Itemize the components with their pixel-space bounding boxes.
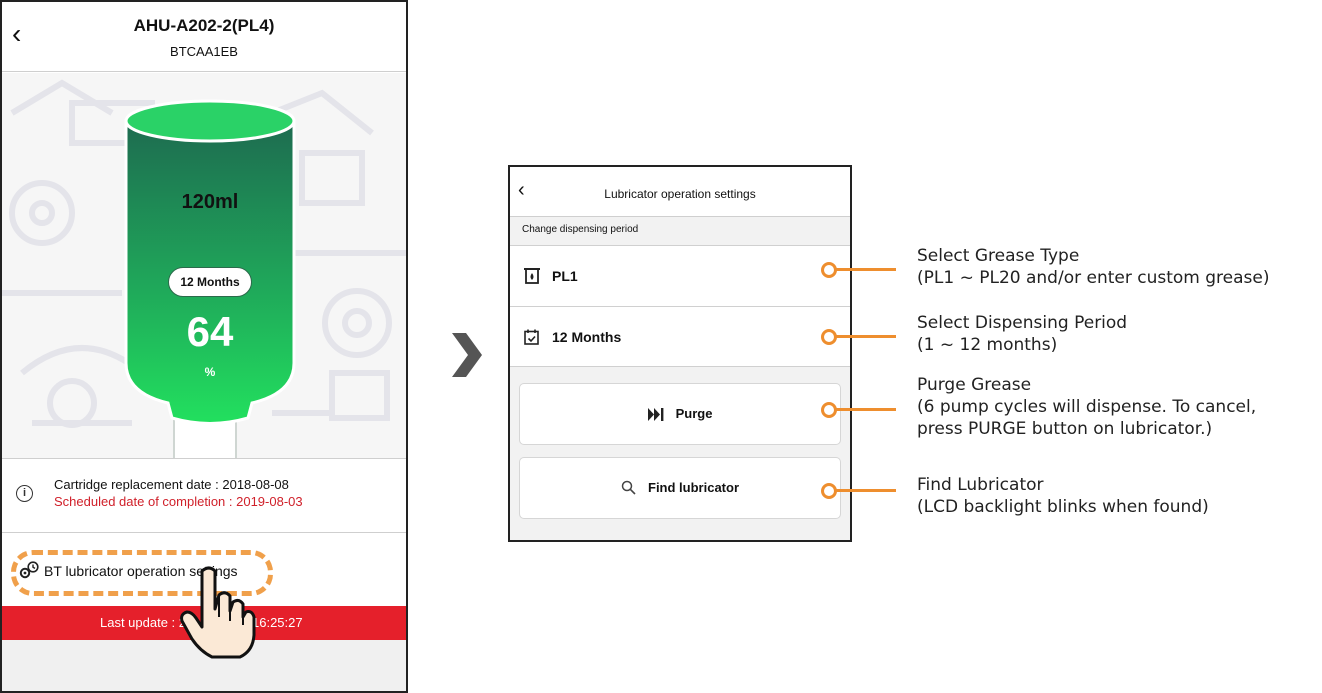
cartridge-status-panel: 120ml 12 Months 64 %: [2, 73, 406, 458]
cartridge-info-row: i Cartridge replacement date : 2018-08-0…: [2, 458, 406, 533]
callout-marker: [821, 402, 837, 418]
dispensing-period-badge: 12 Months: [168, 267, 252, 297]
device-title: AHU-A202-2(PL4): [133, 16, 275, 35]
section-label: Change dispensing period: [522, 224, 639, 235]
chevron-right-icon: [452, 333, 482, 377]
callout-detail: (PL1 ~ PL20 and/or enter custom grease): [917, 268, 1270, 288]
callout-marker: [821, 483, 837, 499]
remaining-percent: 64: [186, 308, 234, 355]
dispensing-period-value: 12 Months: [552, 329, 622, 345]
find-button-label: Find lubricator: [648, 480, 739, 495]
purge-button-label: Purge: [675, 406, 713, 421]
callout-connector: [836, 335, 896, 338]
cartridge-volume: 120ml: [181, 191, 239, 213]
search-icon: [621, 480, 636, 495]
calendar-check-icon: [524, 329, 539, 345]
callout-purge: Purge Grease (6 pump cycles will dispens…: [917, 374, 1256, 440]
callout-grease-type: Select Grease Type (PL1 ~ PL20 and/or en…: [917, 245, 1269, 289]
callout-title: Find Lubricator: [917, 475, 1044, 495]
callout-detail: (1 ~ 12 months): [917, 335, 1058, 355]
callout-title: Select Dispensing Period: [917, 313, 1128, 333]
callout-find-lubricator: Find Lubricator (LCD backlight blinks wh…: [917, 474, 1209, 518]
operation-settings-screen: ‹ Lubricator operation settings Change d…: [508, 165, 852, 542]
purge-button-content: Purge: [520, 406, 840, 421]
device-serial: BTCAA1EB: [170, 44, 238, 59]
callout-dispensing-period: Select Dispensing Period (1 ~ 12 months): [917, 312, 1127, 356]
callout-marker: [821, 329, 837, 345]
scheduled-completion-date: Scheduled date of completion : 2019-08-0…: [54, 494, 303, 509]
callout-marker: [821, 262, 837, 278]
grease-type-value: PL1: [552, 268, 578, 284]
grease-type-row[interactable]: PL1: [510, 245, 850, 306]
callout-detail: (LCD backlight blinks when found): [917, 497, 1209, 517]
settings-header: ‹ Lubricator operation settings: [510, 167, 850, 217]
last-update-time: 16:25:27: [252, 615, 303, 630]
callout-connector: [836, 489, 896, 492]
purge-button[interactable]: Purge: [519, 383, 841, 445]
callout-title: Select Grease Type: [917, 246, 1080, 266]
callout-detail: press PURGE button on lubricator.): [917, 419, 1213, 439]
dispensing-period-row[interactable]: 12 Months: [510, 306, 850, 367]
find-lubricator-button[interactable]: Find lubricator: [519, 457, 841, 519]
fast-forward-icon: [647, 408, 663, 421]
hand-pointer-icon: [180, 566, 256, 659]
cartridge-cap: [124, 99, 296, 143]
replacement-date: Cartridge replacement date : 2018-08-08: [54, 477, 289, 492]
callout-connector: [836, 408, 896, 411]
callout-connector: [836, 268, 896, 271]
app-header: ‹ AHU-A202-2(PL4) BTCAA1EB: [2, 2, 406, 72]
callout-detail: (6 pump cycles will dispense. To cancel,: [917, 397, 1257, 417]
percent-unit: %: [204, 365, 216, 379]
cartridge-illustration: [124, 99, 296, 458]
info-circle-icon: i: [16, 485, 33, 502]
settings-title: Lubricator operation settings: [604, 187, 756, 201]
find-button-content: Find lubricator: [520, 480, 840, 495]
callout-title: Purge Grease: [917, 375, 1032, 395]
grease-cartridge-icon: [524, 268, 540, 284]
